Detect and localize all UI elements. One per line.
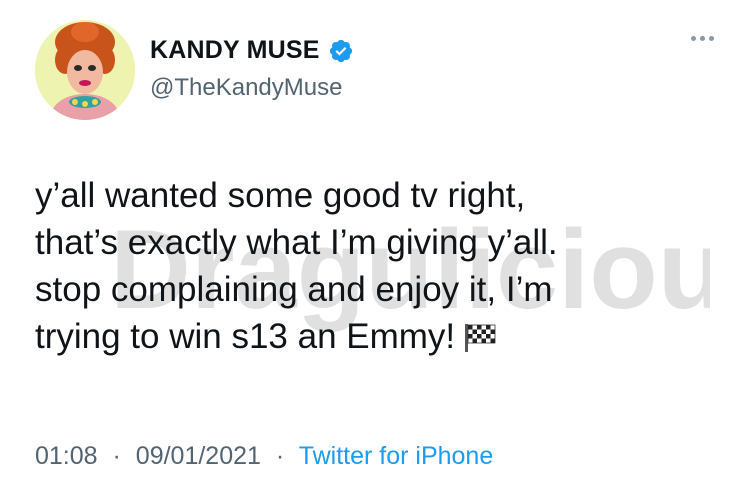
author-handle[interactable]: @TheKandyMuse: [150, 74, 342, 102]
tweet-line: that’s exactly what I’m giving y’all.: [35, 223, 558, 262]
tweet-line-text: trying to win s13 an Emmy!: [35, 317, 456, 356]
author-name-row[interactable]: KANDY MUSE: [150, 36, 354, 65]
avatar[interactable]: [35, 20, 135, 120]
tweet-source-link[interactable]: Twitter for iPhone: [299, 442, 494, 470]
tweet-text: y’all wanted some good tv right, that’s …: [35, 172, 725, 360]
verified-badge-icon: [328, 38, 354, 64]
checkered-flag-icon: [463, 317, 497, 352]
meta-separator: ·: [275, 442, 285, 470]
more-options-icon[interactable]: [691, 36, 714, 41]
tweet-line: stop complaining and enjoy it, I’m: [35, 270, 553, 309]
tweet-line-last: trying to win s13 an Emmy!: [35, 313, 725, 360]
tweet-date[interactable]: 09/01/2021: [136, 442, 261, 470]
tweet-line: y’all wanted some good tv right,: [35, 176, 526, 215]
tweet-time[interactable]: 01:08: [35, 442, 98, 470]
tweet-meta: 01:08 · 09/01/2021 · Twitter for iPhone: [35, 442, 493, 471]
meta-separator: ·: [112, 442, 121, 470]
display-name[interactable]: KANDY MUSE: [150, 36, 320, 65]
